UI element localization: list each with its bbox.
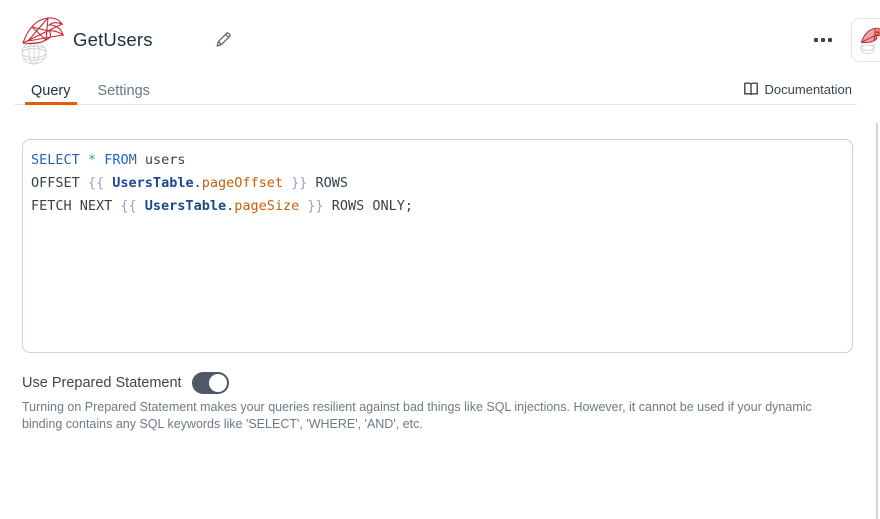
- code-token: {{: [120, 198, 144, 214]
- code-token: {{: [88, 175, 112, 191]
- code-line: FETCH NEXT {{ UsersTable.pageSize }} ROW…: [31, 195, 844, 218]
- prepared-statement-row: Use Prepared Statement: [22, 371, 229, 395]
- code-token: UsersTable: [145, 198, 226, 214]
- page-title: GetUsers: [73, 29, 153, 51]
- ellipsis-icon: [828, 38, 832, 42]
- documentation-label: Documentation: [765, 82, 852, 97]
- documentation-link[interactable]: Documentation: [743, 81, 852, 97]
- toggle-knob: [209, 374, 227, 392]
- tab-bar: Query Settings Documentation: [14, 70, 857, 105]
- code-token: }}: [299, 198, 323, 214]
- code-token: OFFSET: [31, 175, 88, 191]
- ellipsis-icon: [821, 38, 825, 42]
- pane-resize-divider[interactable]: [876, 123, 878, 519]
- code-line: OFFSET {{ UsersTable.pageOffset }} ROWS: [31, 172, 844, 195]
- code-token: [80, 152, 88, 168]
- tab-query[interactable]: Query: [25, 70, 77, 105]
- sql-server-logo-icon: [859, 25, 880, 55]
- code-token: UsersTable: [112, 175, 193, 191]
- code-token: pageSize: [234, 198, 299, 214]
- ellipsis-icon: [814, 38, 818, 42]
- code-token: [96, 152, 104, 168]
- open-book-icon: [743, 81, 759, 97]
- sql-query-editor[interactable]: SELECT * FROM users OFFSET {{ UsersTable…: [22, 139, 853, 353]
- code-token: }}: [283, 175, 307, 191]
- code-token: *: [88, 152, 96, 168]
- code-token: .: [194, 175, 202, 191]
- prepared-statement-toggle[interactable]: [192, 372, 229, 394]
- code-token: .: [226, 198, 234, 214]
- edit-name-button[interactable]: [211, 28, 235, 52]
- pencil-icon: [213, 30, 233, 50]
- code-token: FETCH NEXT: [31, 198, 120, 214]
- sql-server-logo-icon: [19, 12, 65, 66]
- more-actions-button[interactable]: [807, 29, 839, 51]
- datasource-plugin-card[interactable]: [851, 18, 880, 62]
- code-token: users: [137, 152, 186, 168]
- code-line: SELECT * FROM users: [31, 149, 844, 172]
- tab-settings[interactable]: Settings: [92, 70, 156, 105]
- code-token: ROWS ONLY;: [324, 198, 413, 214]
- code-token: ROWS: [307, 175, 348, 191]
- code-token: pageOffset: [202, 175, 283, 191]
- query-header: GetUsers: [0, 0, 880, 70]
- prepared-statement-label: Use Prepared Statement: [22, 375, 182, 391]
- code-token: SELECT: [31, 152, 80, 168]
- prepared-statement-help-text: Turning on Prepared Statement makes your…: [22, 399, 830, 432]
- tabs: Query Settings: [25, 70, 171, 105]
- code-token: FROM: [104, 152, 137, 168]
